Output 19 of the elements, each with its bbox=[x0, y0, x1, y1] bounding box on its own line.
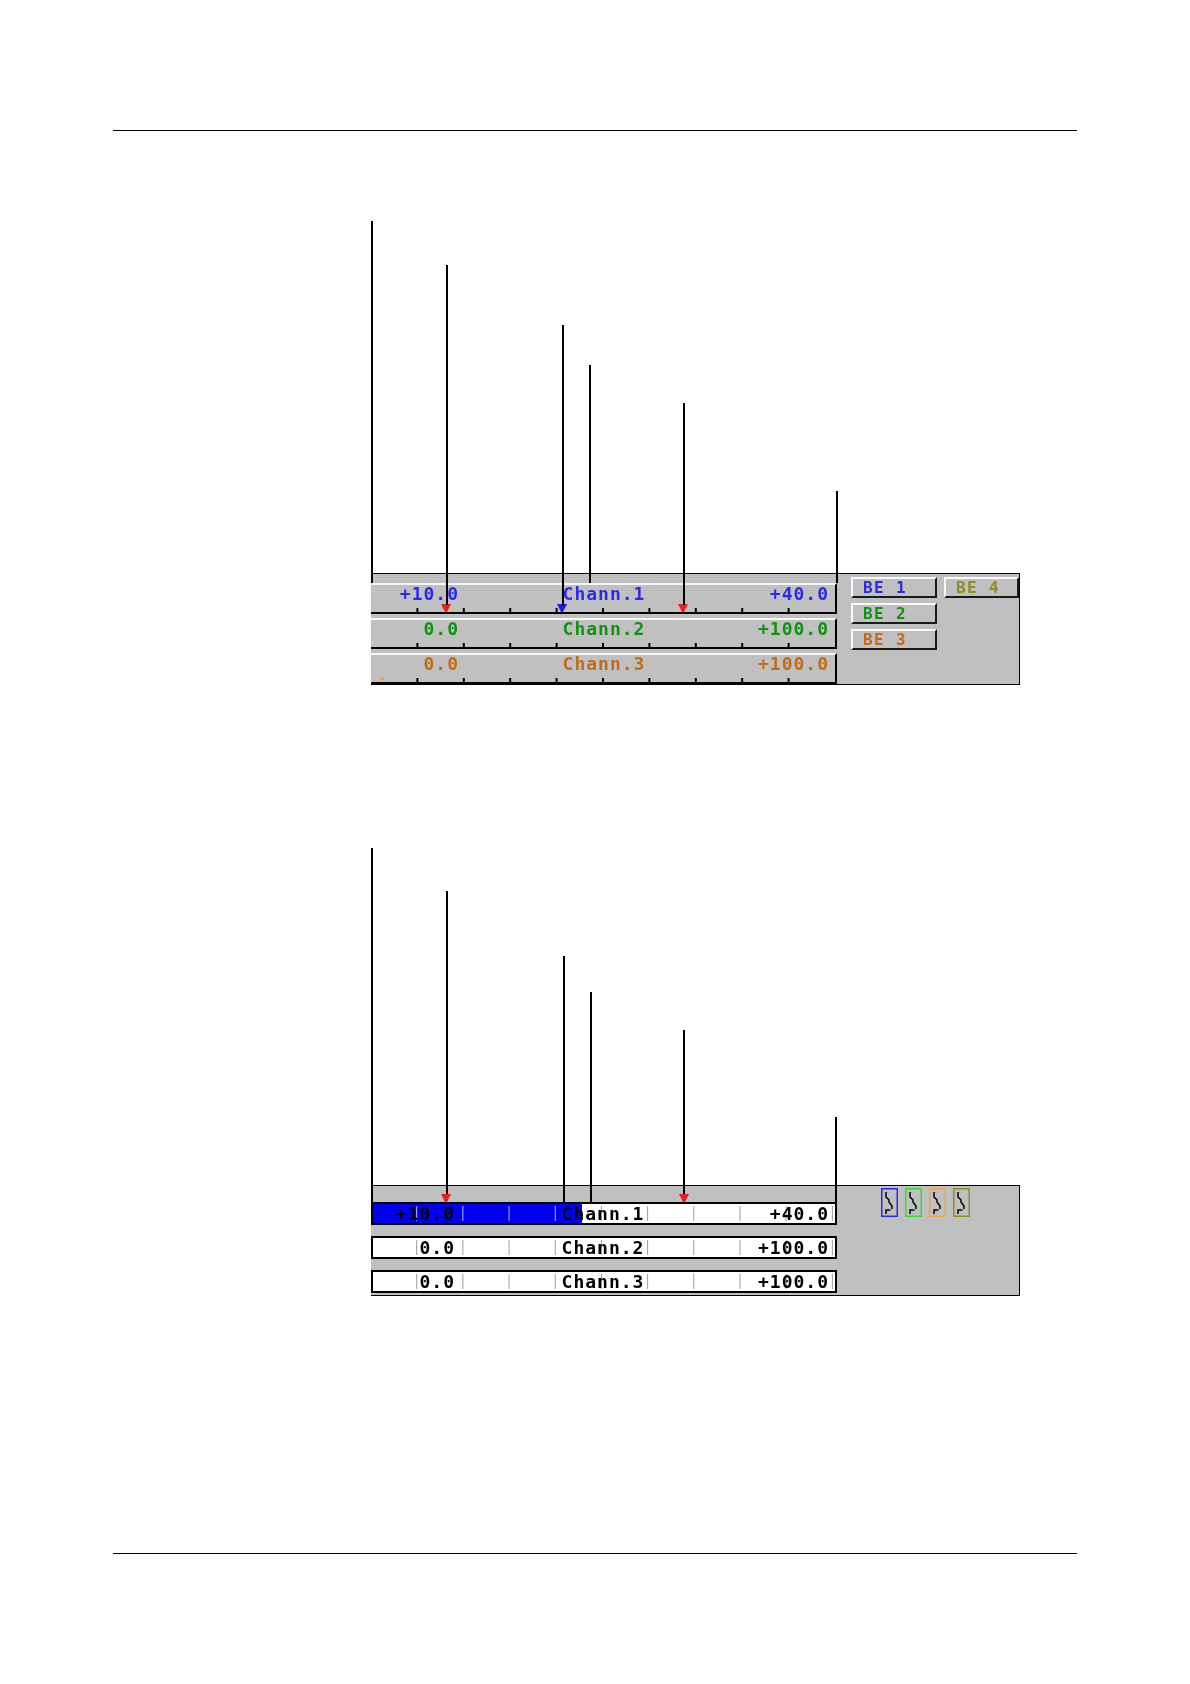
channel-label: Chann.1 bbox=[561, 585, 647, 603]
channel-label: Chann.2 bbox=[561, 620, 647, 638]
event-button[interactable]: BE 2 bbox=[851, 603, 937, 624]
range-end-label: +100.0 bbox=[756, 620, 829, 638]
range-start-label: 0.0 bbox=[422, 655, 459, 673]
range-end-label: +40.0 bbox=[768, 1204, 829, 1223]
channel-label: Chann.2 bbox=[560, 1238, 646, 1257]
range-end-label: +100.0 bbox=[756, 1272, 829, 1291]
event-button[interactable]: BE 1 bbox=[851, 577, 937, 598]
range-end-label: +40.0 bbox=[768, 585, 829, 603]
range-start-label: 0.0 bbox=[418, 1238, 455, 1257]
range-start-label: 0.0 bbox=[422, 620, 459, 638]
event-button[interactable]: BE 3 bbox=[851, 629, 937, 650]
channel-label: Chann.3 bbox=[560, 1272, 646, 1291]
channel-label: Chann.3 bbox=[561, 655, 647, 673]
range-start-label: 0.0 bbox=[418, 1272, 455, 1291]
event-button[interactable]: BE 4 bbox=[944, 577, 1019, 598]
range-end-label: +100.0 bbox=[756, 655, 829, 673]
range-end-label: +100.0 bbox=[756, 1238, 829, 1257]
